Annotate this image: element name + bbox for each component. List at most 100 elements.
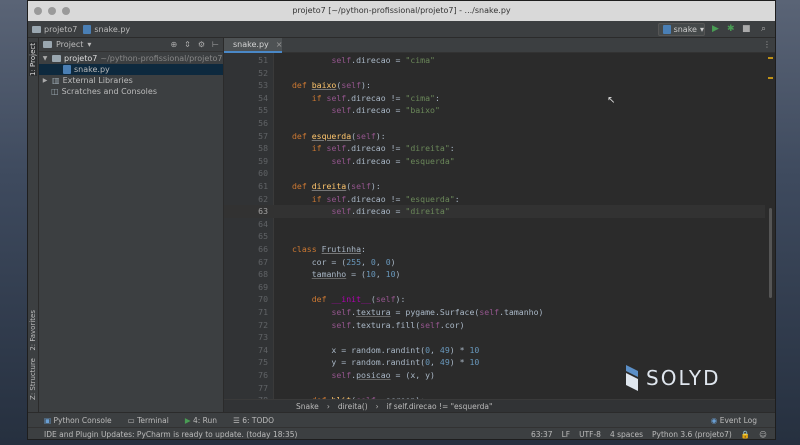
breadcrumb-statement[interactable]: if self.direcao != "esquerda" — [387, 402, 493, 411]
code-line[interactable]: 62 if self.direcao != "esquerda": — [224, 193, 765, 206]
code-line[interactable]: 73 — [224, 331, 765, 344]
library-icon: ▥ — [52, 76, 60, 85]
close-tab-icon[interactable]: × — [276, 40, 283, 49]
debug-icon[interactable]: ✱ — [727, 24, 735, 34]
left-tool-strip: 1: Project 2: Favorites Z: Structure — [28, 38, 39, 412]
caret-position[interactable]: 63:37 — [531, 430, 553, 439]
expanded-arrow-icon[interactable]: ▼ — [41, 55, 49, 62]
tab-snake-py[interactable]: snake.py × — [224, 38, 282, 53]
indent-setting[interactable]: 4 spaces — [610, 430, 643, 439]
stop-icon[interactable]: ■ — [742, 24, 751, 34]
nav-crumb-project[interactable]: projeto7 — [32, 25, 77, 34]
editor-tabs: snake.py × ⋮ — [224, 38, 775, 53]
event-log-button[interactable]: ◉ Event Log — [711, 416, 757, 425]
solyd-watermark: SOLYD — [624, 363, 721, 393]
code-line[interactable]: 60 — [224, 167, 765, 180]
code-line[interactable]: 74 x = random.randint(0, 49) * 10 — [224, 344, 765, 357]
search-everywhere-icon[interactable]: ⌕ — [761, 24, 766, 34]
tab-project-tool[interactable]: 1: Project — [29, 42, 37, 76]
code-line[interactable]: 55 self.direcao = "baixo" — [224, 104, 765, 117]
nav-crumb-file[interactable]: snake.py — [83, 24, 130, 34]
code-line[interactable]: 72 self.textura.fill(self.cor) — [224, 319, 765, 332]
todo-icon: ☰ — [233, 415, 240, 425]
code-line[interactable]: 51 self.direcao = "cima" — [224, 54, 765, 67]
code-editor[interactable]: 51 self.direcao = "cima" 52 53 def baixo(… — [224, 53, 775, 399]
python-console-button[interactable]: ▣ Python Console — [44, 416, 112, 425]
event-log-icon: ◉ — [710, 416, 718, 425]
project-panel-header: Project ▾ ⊕ ⇕ ⚙ ⊢ — [39, 38, 223, 52]
tool-window-bar: ▣ Python Console ▭ Terminal ▶ 4: Run ☰ 6… — [28, 412, 775, 427]
window-title: projeto7 [~/python-profissional/projeto7… — [292, 6, 511, 15]
editor-breadcrumb: Snake › direita() › if self.direcao != "… — [224, 399, 775, 412]
breadcrumb-separator-icon: › — [375, 401, 379, 411]
code-line[interactable]: 59 self.direcao = "esquerda" — [224, 155, 765, 168]
mouse-cursor-icon: ↖ — [607, 95, 616, 106]
python-file-icon — [63, 65, 71, 74]
code-line[interactable]: 54 if self.direcao != "cima": — [224, 92, 765, 105]
project-panel-toolbar: ⊕ ⇕ ⚙ ⊢ — [170, 40, 219, 49]
run-configuration-select[interactable]: snake ▾ — [658, 23, 705, 36]
terminal-icon: ▭ — [127, 415, 135, 425]
todo-button[interactable]: ☰ 6: TODO — [233, 416, 274, 425]
project-view-select[interactable]: Project — [56, 40, 83, 49]
tab-options-icon[interactable]: ⋮ — [763, 40, 771, 49]
tab-structure-tool[interactable]: Z: Structure — [29, 358, 37, 400]
code-line[interactable]: 56 — [224, 117, 765, 130]
tree-item-snake-py[interactable]: snake.py — [39, 64, 223, 75]
code-line[interactable]: 52 — [224, 67, 765, 80]
warning-marker[interactable] — [768, 57, 773, 59]
tree-item-external-libraries[interactable]: ▶ ▥ External Libraries — [39, 75, 223, 86]
inspector-icon[interactable]: ☺ — [759, 430, 767, 439]
hide-panel-icon[interactable]: ⊢ — [212, 40, 219, 49]
folder-icon — [32, 25, 41, 33]
tree-item-scratches[interactable]: ◫ Scratches and Consoles — [39, 86, 223, 97]
run-tool-button[interactable]: ▶ 4: Run — [185, 416, 217, 425]
chevron-down-icon: ▾ — [699, 25, 704, 34]
file-encoding[interactable]: UTF-8 — [579, 430, 601, 439]
lock-icon[interactable]: 🔒 — [741, 430, 750, 439]
code-line[interactable]: 66 class Frutinha: — [224, 243, 765, 256]
console-icon: ▣ — [44, 415, 52, 425]
code-line[interactable]: 57 def esquerda(self): — [224, 130, 765, 143]
code-line[interactable]: 68 tamanho = (10, 10) — [224, 268, 765, 281]
chevron-down-icon[interactable]: ▾ — [87, 40, 91, 49]
run-icon: ▶ — [184, 415, 191, 425]
tab-favorites-tool[interactable]: 2: Favorites — [29, 310, 37, 351]
status-bar: IDE and Plugin Updates: PyCharm is ready… — [28, 427, 775, 439]
code-line[interactable]: 53 def baixo(self): — [224, 79, 765, 92]
title-bar: projeto7 [~/python-profissional/projeto7… — [28, 1, 775, 21]
scratches-icon: ◫ — [51, 87, 59, 96]
code-line[interactable]: 65 — [224, 230, 765, 243]
editor-scrollbar[interactable] — [769, 208, 772, 298]
collapsed-arrow-icon[interactable]: ▶ — [41, 77, 49, 84]
breadcrumb-class[interactable]: Snake — [296, 402, 319, 411]
code-line[interactable]: 61 def direita(self): — [224, 180, 765, 193]
gear-icon[interactable]: ⚙ — [198, 40, 205, 49]
code-line[interactable]: 64 — [224, 218, 765, 231]
code-line[interactable]: 58 if self.direcao != "direita": — [224, 142, 765, 155]
status-message[interactable]: IDE and Plugin Updates: PyCharm is ready… — [44, 430, 297, 439]
python-file-icon — [83, 24, 92, 34]
terminal-button[interactable]: ▭ Terminal — [128, 416, 169, 425]
locate-file-icon[interactable]: ⊕ — [170, 40, 177, 49]
code-line[interactable]: 71 self.textura = pygame.Surface(self.ta… — [224, 306, 765, 319]
line-separator[interactable]: LF — [562, 430, 571, 439]
interpreter-setting[interactable]: Python 3.6 (projeto7) — [652, 430, 732, 439]
warning-marker[interactable] — [768, 77, 773, 79]
breadcrumb-separator-icon: › — [326, 401, 330, 411]
solyd-logo-icon — [626, 365, 638, 391]
code-line[interactable]: 69 — [224, 281, 765, 294]
collapse-all-icon[interactable]: ⇕ — [184, 40, 191, 49]
folder-icon — [52, 55, 61, 62]
tree-item-project-root[interactable]: ▼ projeto7 ~/python-profissional/projeto… — [39, 53, 223, 64]
code-line[interactable]: 67 cor = (255, 0, 0) — [224, 256, 765, 269]
folder-icon — [43, 41, 52, 48]
project-panel: Project ▾ ⊕ ⇕ ⚙ ⊢ ▼ projeto7 ~/python-pr… — [39, 38, 224, 412]
breadcrumb-method[interactable]: direita() — [338, 402, 368, 411]
run-icon[interactable]: ▶ — [712, 24, 719, 34]
code-line[interactable]: 70 def __init__(self): — [224, 293, 765, 306]
python-file-icon — [663, 25, 671, 34]
status-widgets: 63:37 LF UTF-8 4 spaces Python 3.6 (proj… — [531, 430, 767, 439]
code-line-current[interactable]: 63 self.direcao = "direita" — [224, 205, 765, 218]
navigation-bar: projeto7 snake.py snake ▾ ▶ ✱ ■ ⌕ — [28, 21, 775, 38]
